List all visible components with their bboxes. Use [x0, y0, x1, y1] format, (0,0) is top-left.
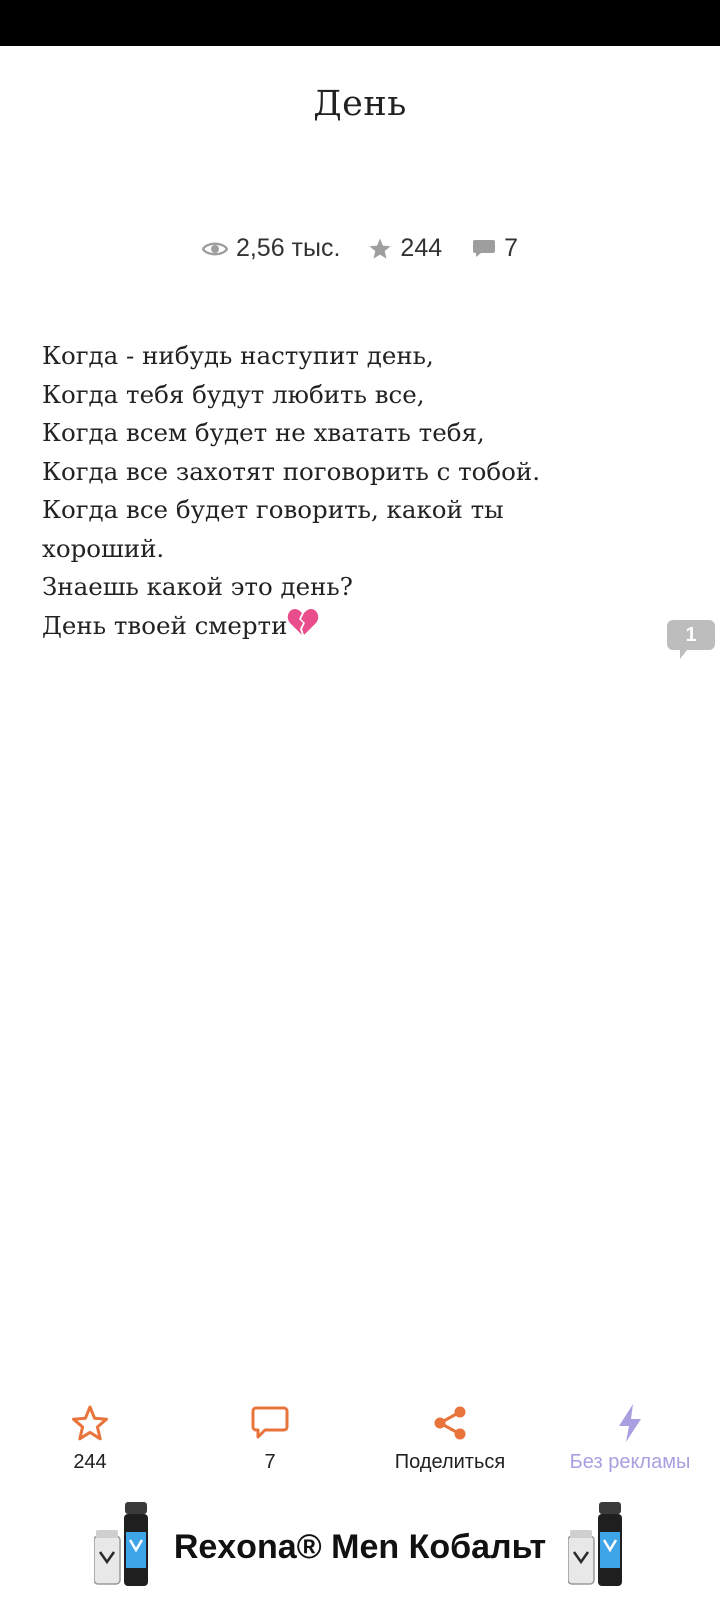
side-comment-count: 1	[685, 624, 697, 646]
stars-stat: 244	[368, 234, 442, 263]
views-stat: 2,56 тыс.	[201, 234, 341, 263]
poem-line-last: День твоей смерти	[42, 607, 662, 649]
no-ads-button-label: Без рекламы	[569, 1451, 691, 1473]
poem-line: Когда тебя будут любить все,	[42, 379, 425, 409]
stats-row: 2,56 тыс. 244 7	[0, 234, 720, 263]
star-button-count: 244	[73, 1451, 107, 1473]
side-comment-bubble[interactable]: 1	[667, 620, 715, 662]
comment-outline-icon	[251, 1404, 289, 1447]
comment-button[interactable]: 7	[180, 1403, 360, 1483]
status-bar	[0, 0, 720, 46]
ad-banner[interactable]: Rexona® Men Кобальт	[0, 1502, 720, 1600]
poem-line: хороший.	[42, 533, 165, 563]
star-button[interactable]: 244	[0, 1403, 180, 1483]
star-outline-icon	[71, 1404, 109, 1447]
product-image-right	[567, 1502, 628, 1593]
bottom-action-bar: 244 7 Поделиться Без рекламы	[0, 1403, 720, 1483]
poem-line: Знаешь какой это день?	[42, 572, 353, 601]
share-button[interactable]: Поделиться	[360, 1403, 540, 1483]
share-icon	[431, 1404, 469, 1447]
poem-text: Когда - нибудь наступит день, Когда тебя…	[42, 337, 662, 648]
stars-count: 244	[400, 234, 443, 262]
poem-line: Когда все будет говорить, какой ты	[42, 495, 504, 524]
star-icon	[368, 237, 392, 261]
poem-line: Когда - нибудь наступит день,	[42, 341, 434, 370]
eye-icon	[201, 240, 228, 258]
broken-heart-icon	[287, 607, 319, 649]
comments-stat: 7	[472, 234, 518, 263]
share-button-label: Поделиться	[394, 1451, 506, 1473]
lightning-icon	[615, 1403, 645, 1448]
comments-count: 7	[504, 234, 519, 262]
poem-line: Когда все захотят поговорить с тобой.	[42, 456, 541, 486]
poem-line: Когда всем будет не хватать тебя,	[42, 418, 485, 447]
comment-button-count: 7	[264, 1451, 276, 1473]
views-count: 2,56 тыс.	[235, 234, 341, 262]
poem-line-text: День твоей смерти	[42, 610, 288, 640]
comment-icon	[472, 238, 496, 260]
no-ads-button[interactable]: Без рекламы	[540, 1403, 720, 1483]
page-title: День	[313, 84, 407, 124]
